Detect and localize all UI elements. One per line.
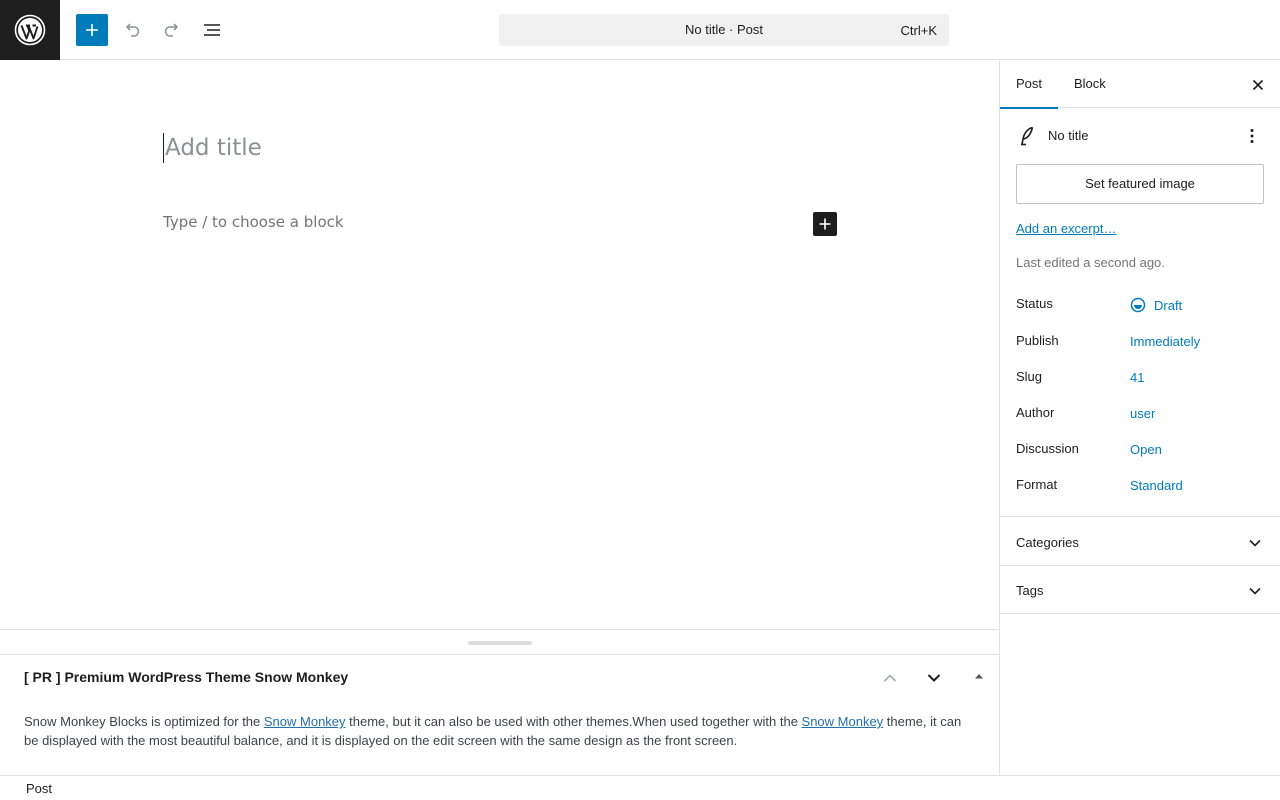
move-up-button[interactable]	[879, 667, 901, 689]
document-title: No title · Post	[684, 22, 764, 37]
editor-footer: Post	[0, 775, 1280, 800]
post-summary-panel: No title Set featured image Add an excer…	[1000, 108, 1280, 517]
snow-monkey-link[interactable]: Snow Monkey	[802, 714, 884, 729]
discussion-button[interactable]: Open	[1130, 442, 1162, 457]
close-settings-button[interactable]	[1248, 75, 1268, 95]
categories-panel-toggle[interactable]: Categories	[1000, 518, 1280, 566]
set-featured-image-button[interactable]: Set featured image	[1016, 164, 1264, 204]
publish-date-button[interactable]: Immediately	[1130, 334, 1200, 349]
meta-row-publish: Publish Immediately	[1016, 333, 1266, 353]
default-block-appender[interactable]: Type / to choose a block	[163, 213, 344, 231]
metabox-snow-monkey: [ PR ] Premium WordPress Theme Snow Monk…	[0, 655, 999, 775]
format-button[interactable]: Standard	[1130, 478, 1183, 493]
meta-row-format: Format Standard	[1016, 477, 1266, 497]
command-palette-bar[interactable]: No title · Post Ctrl+K	[499, 14, 949, 46]
breadcrumb[interactable]: Post	[26, 781, 52, 796]
wordpress-logo-button[interactable]	[0, 0, 60, 60]
move-down-button[interactable]	[923, 667, 945, 689]
plus-icon	[86, 24, 98, 36]
editor-header: No title · Post Ctrl+K	[0, 0, 1280, 60]
post-title-input[interactable]: Add title	[163, 133, 262, 163]
wordpress-icon	[14, 14, 46, 46]
status-value: Draft	[1154, 297, 1183, 313]
tags-panel-toggle[interactable]: Tags	[1000, 566, 1280, 614]
plus-icon	[819, 218, 831, 230]
chevron-up-icon	[883, 674, 897, 682]
undo-icon	[125, 23, 140, 37]
redo-button[interactable]	[156, 14, 188, 46]
editor-canvas: Add title Type / to choose a block	[0, 61, 999, 629]
status-button[interactable]: Draft	[1130, 297, 1182, 313]
meta-label: Author	[1016, 405, 1055, 420]
add-excerpt-link[interactable]: Add an excerpt…	[1016, 221, 1116, 236]
description-text: Snow Monkey Blocks is optimized for the	[24, 714, 264, 729]
meta-label: Status	[1016, 296, 1053, 311]
meta-row-status: Status Draft	[1016, 296, 1266, 316]
document-overview-button[interactable]	[196, 14, 228, 46]
chevron-down-icon	[1248, 536, 1262, 550]
meta-label: Slug	[1016, 369, 1043, 384]
snow-monkey-link[interactable]: Snow Monkey	[264, 714, 346, 729]
meta-row-discussion: Discussion Open	[1016, 441, 1266, 461]
keyboard-shortcut: Ctrl+K	[900, 23, 937, 38]
metabox-title: [ PR ] Premium WordPress Theme Snow Monk…	[24, 669, 349, 685]
redo-icon	[164, 23, 179, 37]
close-icon	[1252, 79, 1264, 91]
author-button[interactable]: user	[1130, 406, 1155, 421]
block-inserter-button[interactable]	[76, 14, 108, 46]
triangle-up-icon	[975, 674, 983, 679]
meta-label: Publish	[1016, 333, 1059, 348]
post-title: No title	[1048, 128, 1089, 143]
slug-button[interactable]: 41	[1130, 370, 1144, 385]
meta-row-author: Author user	[1016, 405, 1266, 425]
chevron-down-icon	[1248, 584, 1262, 598]
post-feather-icon	[1021, 126, 1034, 146]
meta-row-slug: Slug 41	[1016, 369, 1266, 389]
metabox-description: Snow Monkey Blocks is optimized for the …	[24, 712, 974, 750]
panel-title: Tags	[1016, 583, 1044, 598]
last-edited-text: Last edited a second ago.	[1016, 255, 1165, 270]
post-actions-button[interactable]	[1244, 125, 1260, 147]
meta-label: Format	[1016, 477, 1058, 492]
toggle-panel-button[interactable]	[970, 667, 988, 685]
sidebar-tabs: Post Block	[1000, 61, 1280, 109]
list-view-icon	[204, 24, 220, 36]
panel-title: Categories	[1016, 535, 1079, 550]
description-text: theme, but it can also be used with othe…	[345, 714, 802, 729]
tab-block[interactable]: Block	[1058, 61, 1122, 108]
settings-sidebar: Post Block No title Set featured image A…	[999, 61, 1280, 775]
draft-status-icon	[1130, 297, 1146, 313]
chevron-down-icon	[927, 674, 941, 682]
tab-post[interactable]: Post	[1000, 61, 1058, 109]
add-block-button[interactable]	[813, 212, 837, 236]
resize-handle[interactable]	[468, 641, 532, 645]
more-vertical-icon	[1250, 129, 1254, 143]
metabox-resize-bar[interactable]	[0, 629, 999, 655]
undo-button[interactable]	[116, 14, 148, 46]
meta-label: Discussion	[1016, 441, 1079, 456]
